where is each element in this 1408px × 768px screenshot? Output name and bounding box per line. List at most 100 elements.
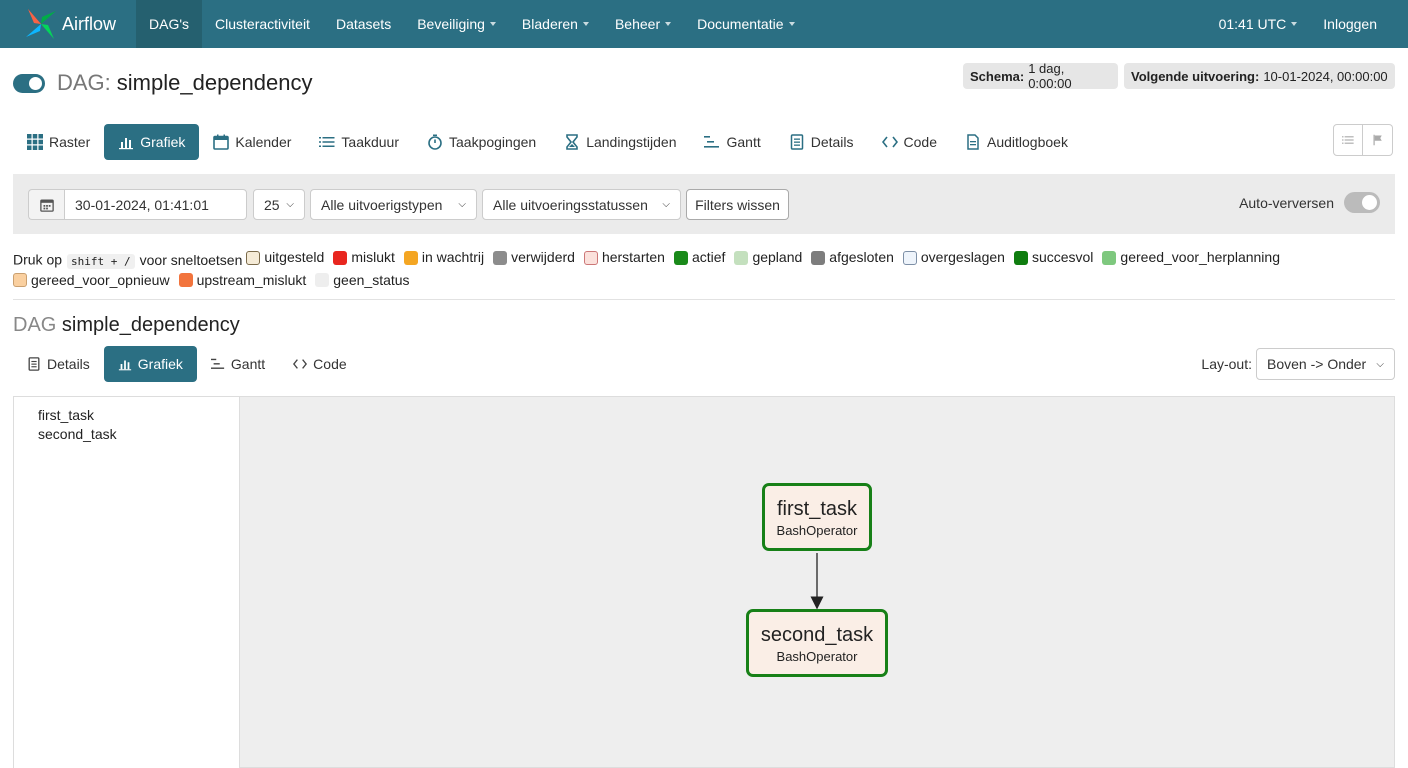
tab-task-tries-label: Taakpogingen xyxy=(449,134,537,150)
legend-item-gepland[interactable]: gepland xyxy=(734,248,802,267)
legend-item-uitgesteld[interactable]: uitgesteld xyxy=(246,248,324,267)
timezone-dropdown[interactable]: 01:41 UTC xyxy=(1206,0,1311,48)
dag-title-id: simple_dependency xyxy=(116,70,313,95)
subtab-code[interactable]: Code xyxy=(279,346,360,382)
run-state-select[interactable]: Alle uitvoeringsstatussen ⌵ xyxy=(482,189,681,220)
next-run-value: 10-01-2024, 00:00:00 xyxy=(1263,68,1388,84)
task-node-title: second_task xyxy=(760,624,874,646)
legend-item-gereed-voor-opnieuw[interactable]: gereed_voor_opnieuw xyxy=(13,271,170,290)
document-icon xyxy=(28,357,40,371)
legend-item-overgeslagen[interactable]: overgeslagen xyxy=(902,248,1005,267)
legend-item-succesvol[interactable]: succesvol xyxy=(1013,248,1094,267)
tab-task-duration[interactable]: Taakduur xyxy=(305,124,413,160)
tab-task-duration-label: Taakduur xyxy=(341,134,399,150)
auto-refresh-toggle[interactable] xyxy=(1344,192,1380,213)
layout-select[interactable]: Boven -> Onder ⌵ xyxy=(1256,348,1395,380)
subtab-graph[interactable]: Grafiek xyxy=(103,346,197,382)
legend-item-mislukt[interactable]: mislukt xyxy=(333,248,395,267)
nav-docs[interactable]: Documentatie xyxy=(684,0,807,48)
legend-item-geen-status[interactable]: geen_status xyxy=(315,271,410,290)
code-icon xyxy=(881,136,898,148)
list-icon xyxy=(319,137,335,147)
chevron-down-icon xyxy=(788,22,795,26)
tab-graph[interactable]: Grafiek xyxy=(104,124,200,160)
section-title: DAG simple_dependency xyxy=(13,314,240,337)
chevron-down-icon xyxy=(582,22,589,26)
legend-item-afgesloten[interactable]: afgesloten xyxy=(811,248,894,267)
legend-swatch xyxy=(315,273,330,287)
legend-item-verwijderd[interactable]: verwijderd xyxy=(493,248,575,267)
dag-action-buttons xyxy=(1333,124,1393,156)
dag-title: DAG: simple_dependency xyxy=(13,70,313,96)
auto-refresh-label: Auto-verversen xyxy=(1239,194,1334,211)
subtab-gantt-label: Gantt xyxy=(230,356,266,372)
tab-audit-log-label: Auditlogboek xyxy=(987,134,1068,150)
legend-item-in wachtrij[interactable]: in wachtrij xyxy=(403,248,484,267)
run-type-value: Alle uitvoerigstypen xyxy=(321,196,443,213)
tab-task-tries[interactable]: Taakpogingen xyxy=(413,124,550,160)
legend-label: verwijderd xyxy=(511,249,575,265)
nav-dags-label: DAG's xyxy=(149,16,190,32)
clear-filters-label: Filters wissen xyxy=(695,196,780,213)
airflow-brand[interactable]: Airflow xyxy=(0,0,136,48)
legend-item-gereed-voor-herplanning[interactable]: gereed_voor_herplanning xyxy=(1102,248,1280,267)
graph-panel: first_task second_task first_task BashOp… xyxy=(13,396,1395,768)
shortcut-key: shift + / xyxy=(67,253,135,269)
subtab-graph-label: Grafiek xyxy=(137,356,183,372)
base-date-input[interactable]: 30-01-2024, 01:41:01 xyxy=(64,189,247,220)
tab-audit-log[interactable]: Auditlogboek xyxy=(951,124,1082,160)
clear-filters-button[interactable]: Filters wissen xyxy=(686,189,789,220)
num-runs-value: 25 xyxy=(264,196,280,213)
calendar-picker-button[interactable] xyxy=(28,189,64,220)
gantt-icon xyxy=(210,358,225,369)
schedule-label: Schema: xyxy=(970,68,1025,84)
task-node-second[interactable]: second_task BashOperator xyxy=(746,609,888,677)
bar-chart-icon xyxy=(119,138,134,150)
login-link[interactable]: Inloggen xyxy=(1310,0,1390,48)
legend-swatch xyxy=(246,250,261,265)
shortcut-hint-prefix: Druk op xyxy=(13,251,63,268)
subtab-details-label: Details xyxy=(47,356,90,372)
legend-label: upstream_mislukt xyxy=(196,271,307,288)
subtab-gantt[interactable]: Gantt xyxy=(197,346,279,382)
list-icon xyxy=(1342,136,1354,144)
legend-label: herstarten xyxy=(601,249,665,265)
nav-cluster-activity[interactable]: Clusteractiviteit xyxy=(202,0,323,48)
legend-label: uitgesteld xyxy=(264,249,325,265)
stopwatch-icon xyxy=(428,134,442,150)
tab-landing-times[interactable]: Landingstijden xyxy=(550,124,690,160)
list-view-button[interactable] xyxy=(1333,124,1363,156)
tab-calendar[interactable]: Kalender xyxy=(199,124,305,160)
legend-label: gereed_voor_herplanning xyxy=(1120,249,1280,265)
legend-item-upstream-mislukt[interactable]: upstream_mislukt xyxy=(178,271,307,290)
layout-value: Boven -> Onder xyxy=(1267,356,1367,372)
tab-gantt-label: Gantt xyxy=(726,134,761,150)
next-run-badge: Volgende uitvoering: 10-01-2024, 00:00:00 xyxy=(1124,63,1395,89)
task-node-first[interactable]: first_task BashOperator xyxy=(762,483,872,551)
nav-dags[interactable]: DAG's xyxy=(136,0,203,48)
calendar-icon xyxy=(213,134,230,150)
tab-details[interactable]: Details xyxy=(775,124,868,160)
num-runs-select[interactable]: 25 ⌵ xyxy=(253,189,305,220)
run-type-select[interactable]: Alle uitvoerigstypen ⌵ xyxy=(310,189,477,220)
nav-security[interactable]: Beveiliging xyxy=(404,0,509,48)
dag-pause-toggle[interactable] xyxy=(13,73,45,93)
nav-cluster-activity-label: Clusteractiviteit xyxy=(215,16,310,32)
legend-item-herstarten[interactable]: herstarten xyxy=(583,248,665,267)
legend-swatch xyxy=(673,250,688,265)
nav-datasets[interactable]: Datasets xyxy=(323,0,404,48)
legend-label: succesvol xyxy=(1031,249,1094,265)
chevron-down-icon xyxy=(665,22,672,26)
tab-gantt[interactable]: Gantt xyxy=(690,124,774,160)
bar-chart-icon xyxy=(118,360,131,371)
tab-grid[interactable]: Raster xyxy=(13,124,104,160)
legend-swatch xyxy=(333,250,348,265)
nav-admin[interactable]: Beheer xyxy=(602,0,684,48)
legend-item-actief[interactable]: actief xyxy=(673,248,725,267)
nav-browse[interactable]: Bladeren xyxy=(509,0,602,48)
task-node-title: first_task xyxy=(776,498,858,520)
flag-button[interactable] xyxy=(1363,124,1393,156)
subtab-details[interactable]: Details xyxy=(13,346,104,382)
tab-code[interactable]: Code xyxy=(868,124,951,160)
layout-label: Lay-out: xyxy=(1201,356,1252,372)
